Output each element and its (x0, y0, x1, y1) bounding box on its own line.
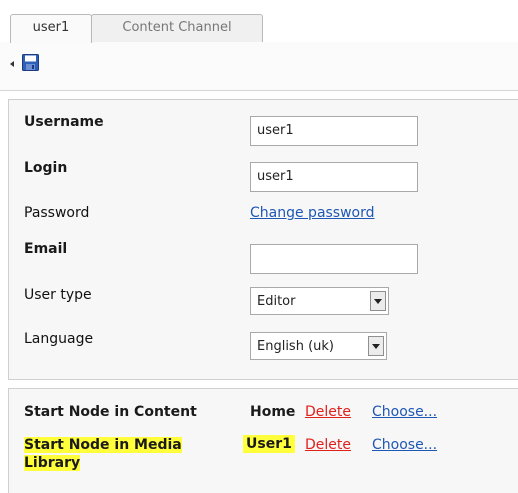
email-field[interactable] (250, 244, 418, 274)
start-nodes-panel: Start Node in Content Home Delete Choose… (8, 388, 518, 493)
username-label: Username (24, 114, 104, 130)
start-node-media-label-line2: Library (24, 455, 81, 471)
password-label: Password (24, 205, 90, 221)
start-node-content-label: Start Node in Content (24, 404, 197, 420)
floppy-disk-icon[interactable] (22, 54, 39, 71)
change-password-link[interactable]: Change password (250, 204, 375, 222)
chevron-down-icon[interactable] (370, 291, 386, 311)
arrow-left-icon[interactable] (10, 61, 14, 67)
tab-content-channel[interactable]: Content Channel (91, 14, 263, 42)
username-field[interactable]: user1 (250, 116, 418, 146)
user-type-selected: Editor (257, 294, 296, 309)
language-label: Language (24, 331, 94, 347)
start-node-content-value: Home (250, 404, 296, 420)
user-type-select[interactable]: Editor (250, 287, 389, 315)
email-label: Email (24, 241, 68, 257)
start-node-media-delete-link[interactable]: Delete (305, 436, 351, 454)
start-node-media-choose-link[interactable]: Choose... (372, 436, 437, 454)
start-node-content-choose-link[interactable]: Choose... (372, 403, 437, 421)
start-node-media-label: Start Node in Media Library (24, 436, 182, 472)
start-node-content-delete-link[interactable]: Delete (305, 403, 351, 421)
chevron-down-icon[interactable] (368, 336, 384, 356)
toolbar (0, 42, 518, 91)
tab-user1[interactable]: user1 (10, 14, 92, 43)
start-node-media-value: User1 (243, 435, 295, 453)
user-properties-panel: Username user1 Login user1 Password Chan… (8, 99, 518, 380)
start-node-media-label-line1: Start Node in Media (24, 437, 182, 453)
login-label: Login (24, 160, 68, 176)
tab-bar: Content Channel user1 (0, 0, 518, 43)
language-select[interactable]: English (uk) (250, 332, 387, 360)
login-field[interactable]: user1 (250, 162, 418, 192)
language-selected: English (uk) (257, 339, 334, 354)
user-type-label: User type (24, 287, 92, 303)
